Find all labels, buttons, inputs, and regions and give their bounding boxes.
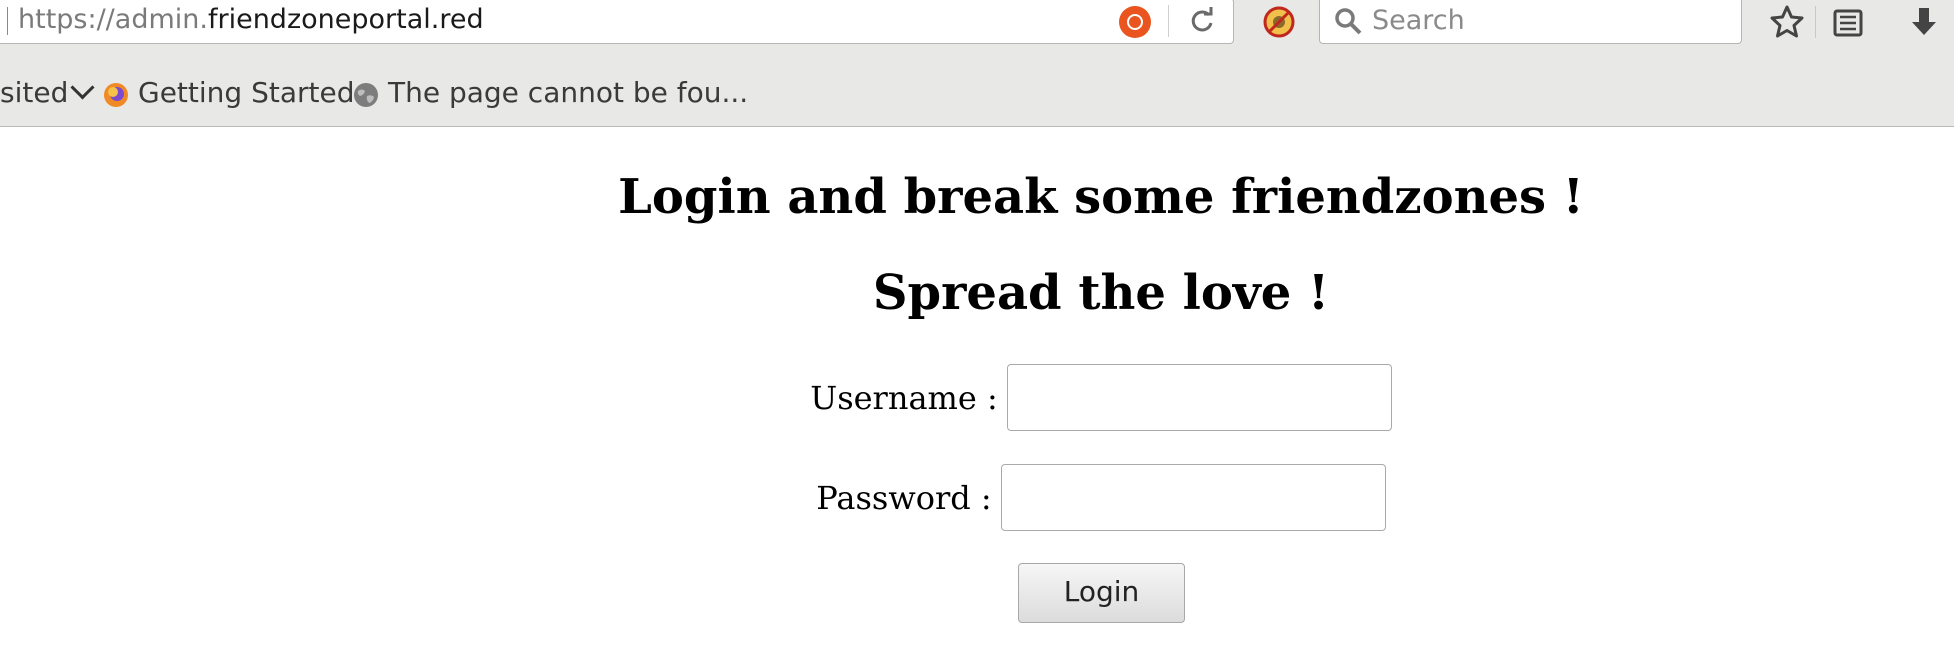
- chevron-down-icon: [70, 75, 95, 100]
- ubuntu-icon[interactable]: [1119, 6, 1151, 38]
- password-label: Password :: [816, 478, 992, 517]
- bookmark-most-visited[interactable]: sited: [0, 70, 95, 116]
- page-subheading: Spread the love !: [872, 265, 1330, 321]
- password-row: Password :: [0, 464, 1954, 531]
- url-bar[interactable]: https://admin.friendzoneportal.red: [0, 0, 1234, 44]
- url-domain: friendzoneportal.red: [207, 4, 484, 35]
- download-icon[interactable]: [1903, 2, 1945, 44]
- url-bar-edge: [7, 7, 8, 35]
- bookmark-most-visited-label: sited: [0, 76, 69, 109]
- firefox-icon: [102, 77, 130, 107]
- page-heading: Login and break some friendzones !: [618, 169, 1584, 225]
- search-input[interactable]: [1372, 2, 1732, 38]
- url-divider: [1168, 5, 1169, 37]
- globe-icon: [352, 77, 380, 107]
- url-text[interactable]: https://admin.friendzoneportal.red: [18, 2, 484, 38]
- search-bar[interactable]: [1319, 0, 1742, 44]
- browser-toolbar: https://admin.friendzoneportal.red Searc…: [0, 0, 1954, 127]
- blocker-icon[interactable]: [1262, 5, 1296, 39]
- username-input[interactable]: [1006, 364, 1392, 431]
- login-button[interactable]: Login: [1018, 563, 1185, 623]
- username-row: Username :: [0, 364, 1954, 431]
- bookmark-page-not-found[interactable]: The page cannot be fou...: [352, 70, 748, 116]
- toolbar-separator: [1815, 6, 1816, 38]
- bookmark-star-icon[interactable]: [1766, 2, 1808, 44]
- url-prefix: https://admin.: [18, 4, 208, 35]
- reload-icon[interactable]: [1185, 4, 1219, 38]
- reading-list-icon[interactable]: [1827, 2, 1869, 44]
- password-input[interactable]: [1000, 464, 1386, 531]
- bookmark-page-not-found-label: The page cannot be fou...: [388, 76, 749, 109]
- bookmark-getting-started-label: Getting Started: [138, 76, 355, 109]
- search-icon: [1332, 5, 1366, 39]
- page-content: Login and break some friendzones ! Sprea…: [0, 127, 1954, 672]
- bookmark-getting-started[interactable]: Getting Started: [102, 70, 354, 116]
- username-label: Username :: [810, 378, 998, 417]
